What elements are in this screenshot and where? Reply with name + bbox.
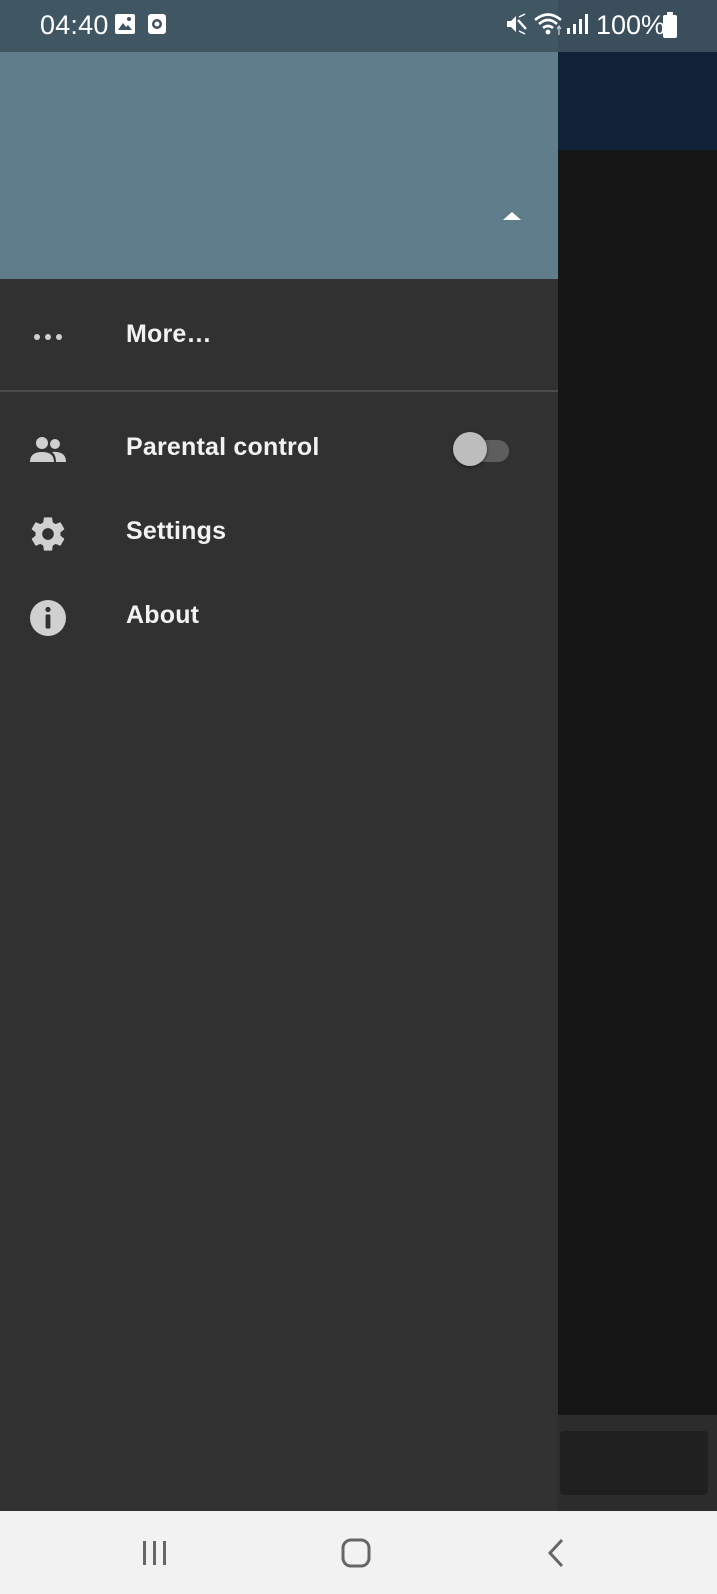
menu-item-parental-control[interactable]: Parental control [0, 409, 558, 489]
menu-item-label: About [126, 601, 200, 629]
menu-item-settings[interactable]: Settings [0, 493, 558, 573]
menu-item-more[interactable]: More… [0, 296, 558, 376]
background-bottom-field [560, 1431, 708, 1495]
battery-icon [663, 12, 677, 43]
menu-item-label: Settings [126, 517, 227, 545]
info-icon [28, 598, 68, 638]
menu-item-label: More… [126, 320, 212, 348]
mute-icon [504, 12, 528, 41]
status-bar: 04:40 100% [0, 0, 717, 52]
people-icon [28, 430, 68, 470]
menu-item-about[interactable]: About [0, 577, 558, 657]
navigation-drawer: More… Parental control Settings About [0, 0, 558, 1511]
more-horizontal-icon [28, 317, 68, 357]
system-navigation-bar [0, 1511, 717, 1594]
screen-recorder-icon [146, 13, 168, 40]
back-icon[interactable] [535, 1531, 579, 1575]
toggle-thumb [453, 432, 487, 466]
account-toggle-arrow-up-icon[interactable] [498, 204, 526, 228]
home-icon[interactable] [334, 1531, 378, 1575]
battery-percentage: 100% [596, 10, 666, 40]
screen: 04:40 100% More… Parental control Settin… [0, 0, 717, 1594]
drawer-divider [0, 390, 558, 392]
status-time: 04:40 [40, 10, 109, 40]
recent-apps-icon[interactable] [133, 1531, 177, 1575]
wifi-icon [533, 11, 563, 42]
menu-item-label: Parental control [126, 433, 320, 461]
gear-icon [28, 514, 68, 554]
signal-icon [566, 13, 588, 40]
parental-control-toggle[interactable] [453, 431, 511, 467]
gallery-icon [114, 13, 136, 40]
